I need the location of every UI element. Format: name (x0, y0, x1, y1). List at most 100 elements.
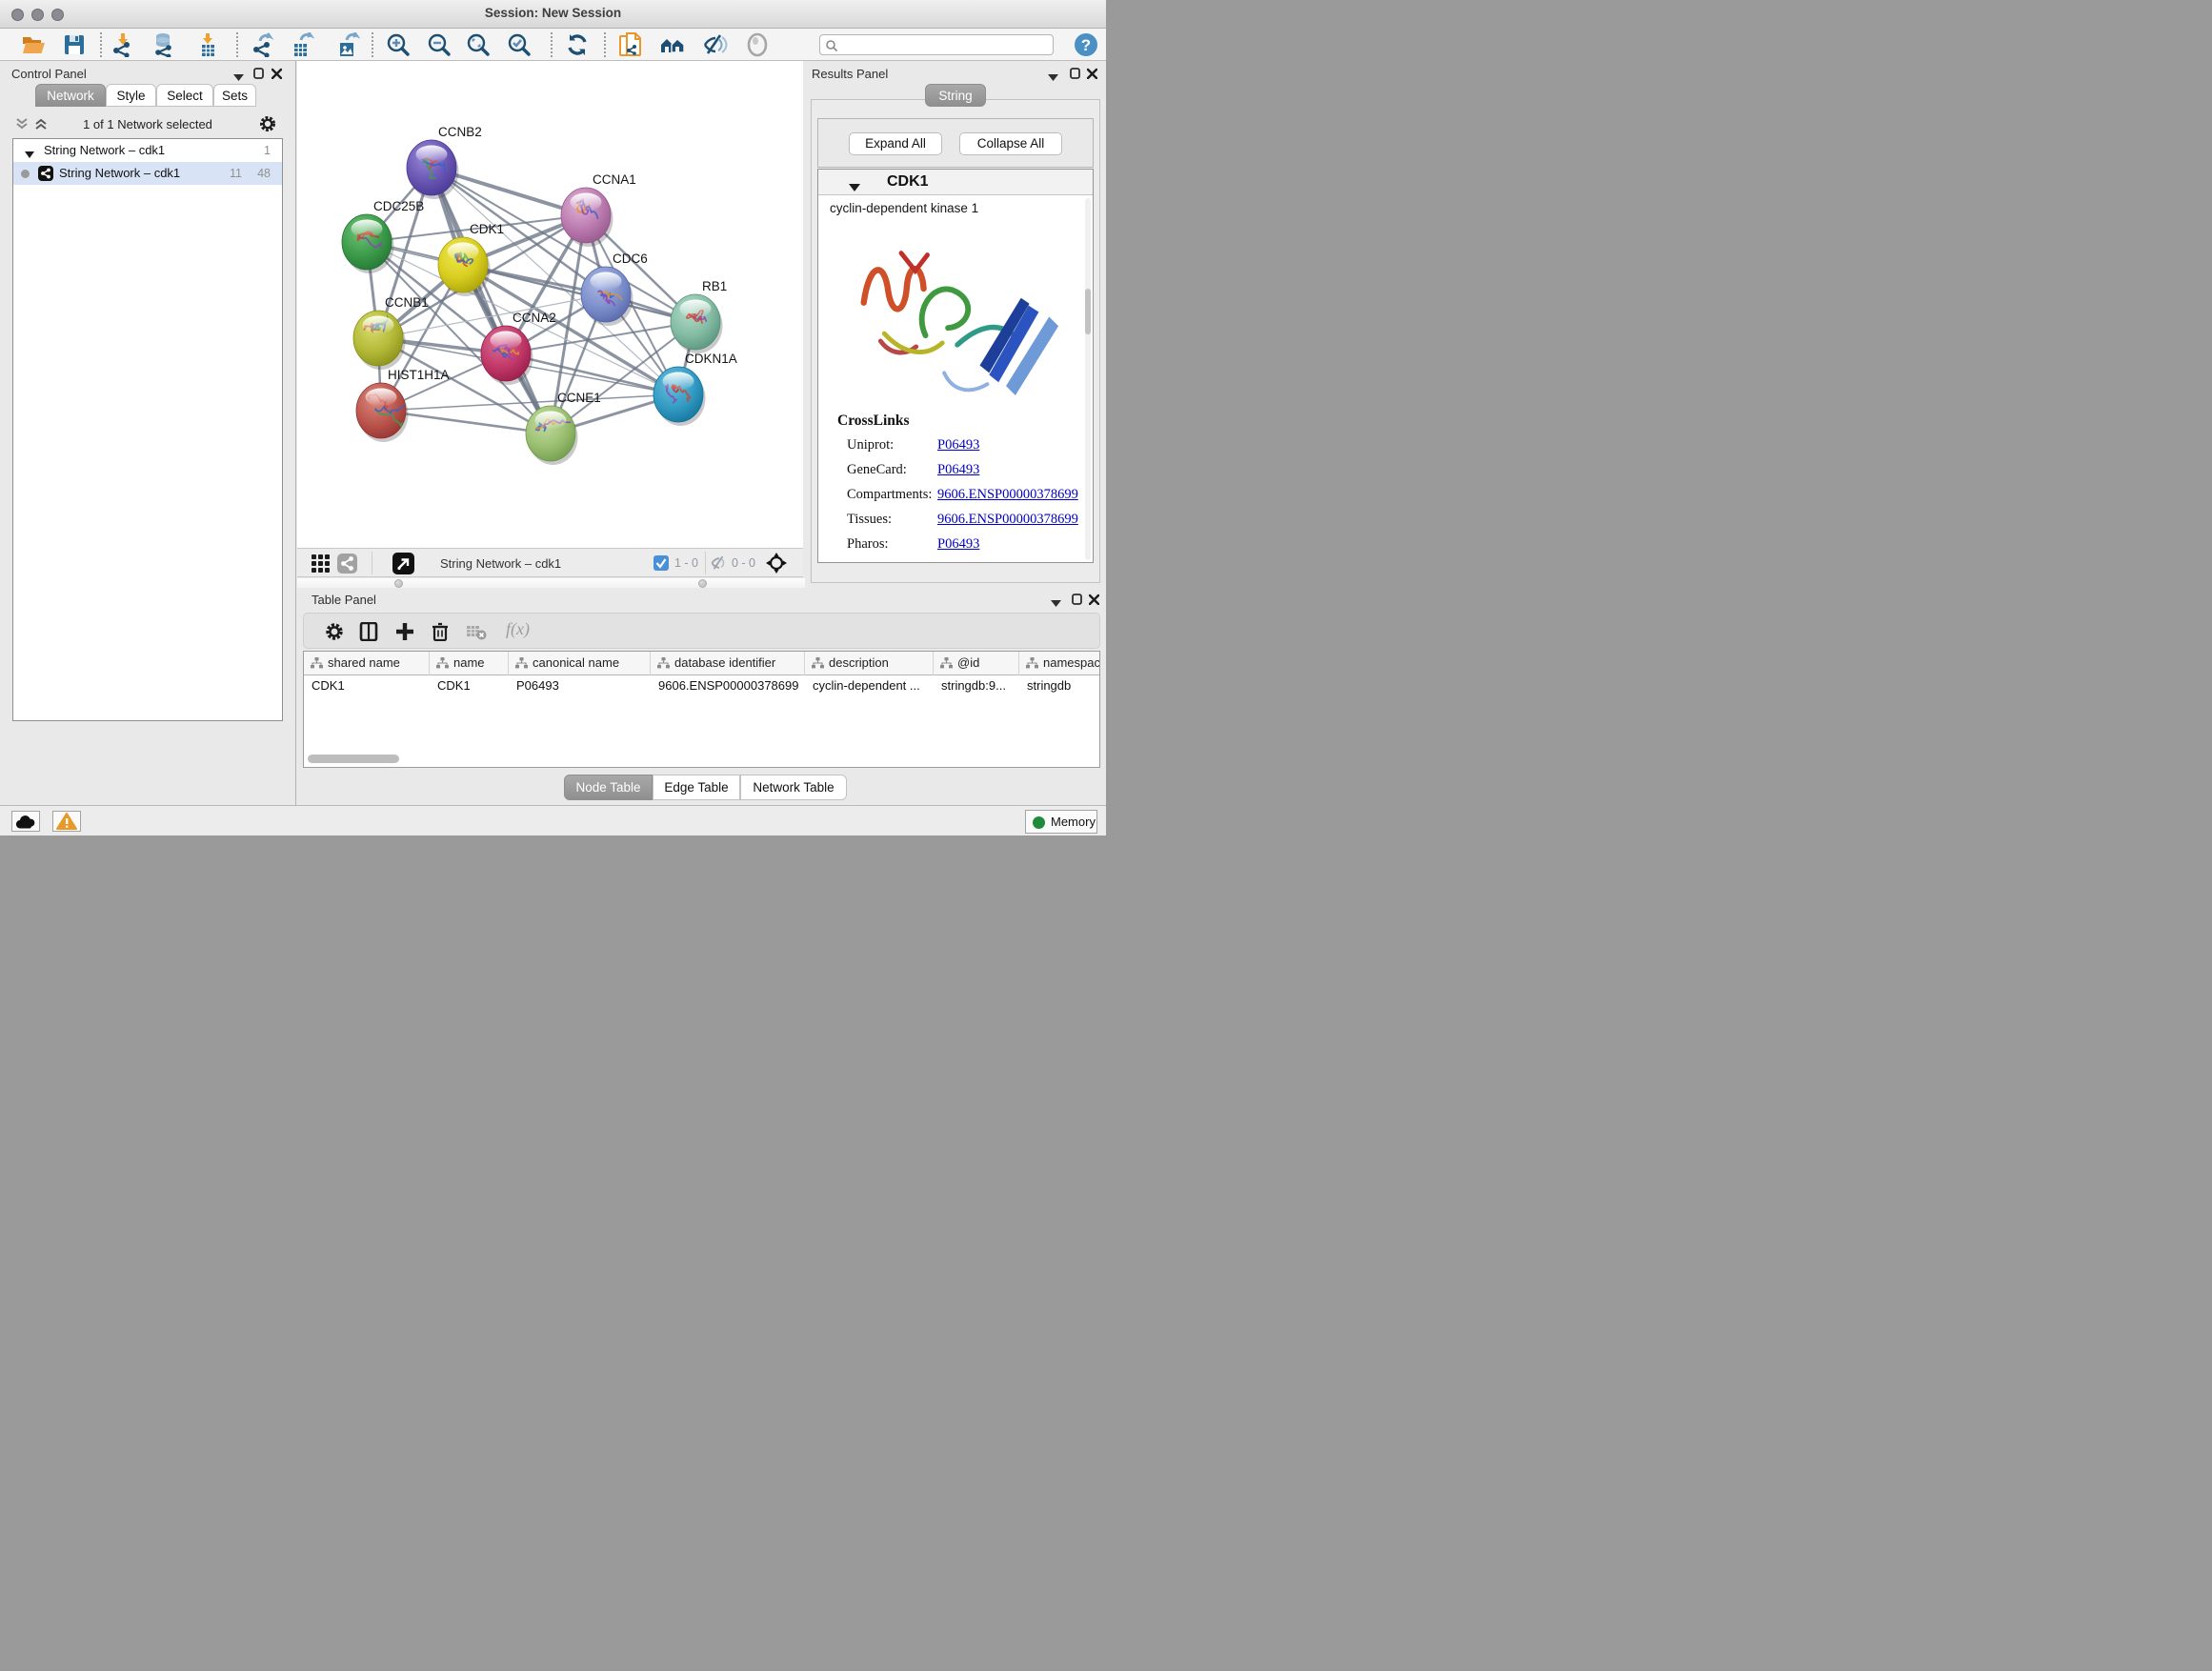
window-title: Session: New Session (0, 6, 1106, 20)
column-header[interactable]: canonical name (509, 652, 651, 675)
export-image-icon[interactable] (335, 32, 360, 57)
panel-close-icon[interactable] (1087, 67, 1097, 84)
table-row[interactable]: CDK1CDK1P064939606.ENSP00000378699cyclin… (304, 675, 1100, 696)
network-edge[interactable] (432, 168, 551, 433)
hide-selected-icon[interactable] (703, 32, 728, 57)
panel-close-icon[interactable] (1089, 593, 1099, 610)
save-session-icon[interactable] (62, 32, 87, 57)
collapse-arrow-icon[interactable] (849, 179, 860, 196)
export-network-icon[interactable] (251, 32, 275, 57)
column-header[interactable]: shared name (304, 652, 430, 675)
zoom-in-icon[interactable] (386, 32, 411, 57)
node-label: HIST1H1A (388, 368, 450, 382)
refresh-layout-icon[interactable] (565, 32, 590, 57)
tab-string[interactable]: String (925, 84, 986, 107)
open-session-icon[interactable] (21, 32, 46, 57)
gear-icon[interactable] (259, 115, 276, 137)
tab-sets[interactable]: Sets (213, 84, 256, 107)
annotation-arrow-icon[interactable] (392, 553, 414, 579)
panel-close-icon[interactable] (271, 67, 282, 84)
add-icon[interactable] (395, 622, 414, 641)
panel-menu-icon[interactable] (1051, 594, 1061, 612)
share-network-icon[interactable] (337, 554, 357, 578)
hidden-count: 0 - 0 (732, 556, 755, 570)
selected-count: 1 - 0 (674, 556, 698, 570)
warning-button[interactable] (52, 811, 81, 832)
crosslink-value[interactable]: 9606.ENSP00000378699 (937, 512, 1078, 528)
tab-edge-table[interactable]: Edge Table (653, 775, 740, 800)
cloud-button[interactable] (11, 811, 40, 832)
expand-all-button[interactable]: Expand All (849, 132, 942, 155)
collection-count: 1 (264, 144, 271, 157)
network-node-rb1[interactable]: RB1 (671, 279, 727, 353)
panel-float-icon[interactable] (253, 67, 264, 84)
show-eye-icon[interactable] (745, 32, 770, 57)
column-header[interactable]: namespace (1019, 652, 1100, 675)
crosslink-value[interactable]: 9606.ENSP00000378699 (937, 487, 1078, 503)
column-header[interactable]: name (430, 652, 509, 675)
network-collection-row[interactable]: String Network – cdk1 1 (13, 139, 282, 162)
panel-menu-icon[interactable] (1048, 69, 1058, 86)
footer-divider (705, 552, 706, 574)
column-header[interactable]: database identifier (651, 652, 805, 675)
network-node-ccna1[interactable]: CCNA1 (561, 172, 636, 247)
delete-table-icon (466, 622, 485, 641)
zoom-out-icon[interactable] (427, 32, 452, 57)
import-network-database-icon[interactable] (151, 32, 176, 57)
toolbar-divider (604, 32, 606, 57)
collection-label: String Network – cdk1 (44, 143, 165, 157)
collapse-arrow-icon[interactable] (25, 147, 34, 161)
column-header[interactable]: @id (934, 652, 1019, 675)
results-scrollbar[interactable] (1085, 198, 1091, 560)
toolbar-divider (372, 32, 373, 57)
table-horizontal-scrollbar[interactable] (308, 755, 399, 763)
grid-view-icon[interactable] (312, 554, 330, 577)
crosslink-value[interactable]: P06493 (937, 536, 979, 553)
search-input[interactable] (841, 36, 1049, 53)
column-header[interactable]: description (805, 652, 934, 675)
splitter-handle[interactable] (698, 579, 707, 588)
tab-node-table[interactable]: Node Table (564, 775, 653, 800)
tab-network[interactable]: Network (35, 84, 106, 107)
columns-icon[interactable] (359, 622, 378, 641)
gene-header[interactable]: CDK1 (818, 170, 1093, 195)
collapse-all-button[interactable]: Collapse All (959, 132, 1062, 155)
toolbar-search (819, 34, 1054, 55)
gear-icon[interactable] (325, 622, 344, 641)
panel-float-icon[interactable] (1070, 67, 1080, 84)
export-table-icon[interactable] (290, 32, 314, 57)
selected-checkbox-icon[interactable] (654, 555, 669, 575)
network-canvas[interactable]: CCNB2CCNA1CDC25BCDK1CDC6RB1CCNB1CCNA2CDK… (297, 61, 803, 548)
tab-select[interactable]: Select (156, 84, 213, 107)
network-label: String Network – cdk1 (59, 166, 180, 180)
import-table-icon[interactable] (195, 32, 220, 57)
crosslink-value[interactable]: P06493 (937, 462, 979, 478)
node-table[interactable]: shared namenamecanonical namedatabase id… (303, 651, 1100, 768)
zoom-selected-icon[interactable] (507, 32, 532, 57)
crosshair-icon[interactable] (766, 553, 787, 578)
splitter-handle[interactable] (394, 579, 403, 588)
network-node-hist1h1a[interactable]: HIST1H1A (356, 368, 450, 442)
network-node-cdkn1a[interactable]: CDKN1A (654, 352, 737, 426)
share-document-icon[interactable] (618, 32, 643, 57)
network-row[interactable]: String Network – cdk1 11 48 (13, 162, 282, 185)
memory-label: Memory (1051, 815, 1096, 829)
delete-icon[interactable] (431, 622, 450, 641)
network-tree: String Network – cdk1 1 String Network –… (12, 138, 283, 721)
zoom-fit-icon[interactable] (466, 32, 491, 57)
network-node-ccnb2[interactable]: CCNB2 (407, 125, 482, 199)
gene-details-card: CDK1 cyclin-dependent kinase 1 Cro (817, 169, 1094, 563)
network-view[interactable]: CCNB2CCNA1CDC25BCDK1CDC6RB1CCNB1CCNA2CDK… (297, 61, 803, 548)
panel-float-icon[interactable] (1072, 593, 1082, 610)
crosslink-label: GeneCard: (847, 462, 907, 478)
node-label: CCNB2 (438, 125, 482, 139)
tab-style[interactable]: Style (106, 84, 156, 107)
table-panel-title: Table Panel (312, 593, 376, 607)
help-icon[interactable]: ? (1074, 32, 1098, 57)
memory-button[interactable]: Memory (1025, 810, 1097, 834)
home-pages-icon[interactable] (660, 32, 685, 57)
tab-network-table[interactable]: Network Table (740, 775, 847, 800)
import-network-file-icon[interactable] (111, 32, 135, 57)
table-toolbar: f(x) (303, 613, 1100, 649)
crosslink-value[interactable]: P06493 (937, 437, 979, 453)
